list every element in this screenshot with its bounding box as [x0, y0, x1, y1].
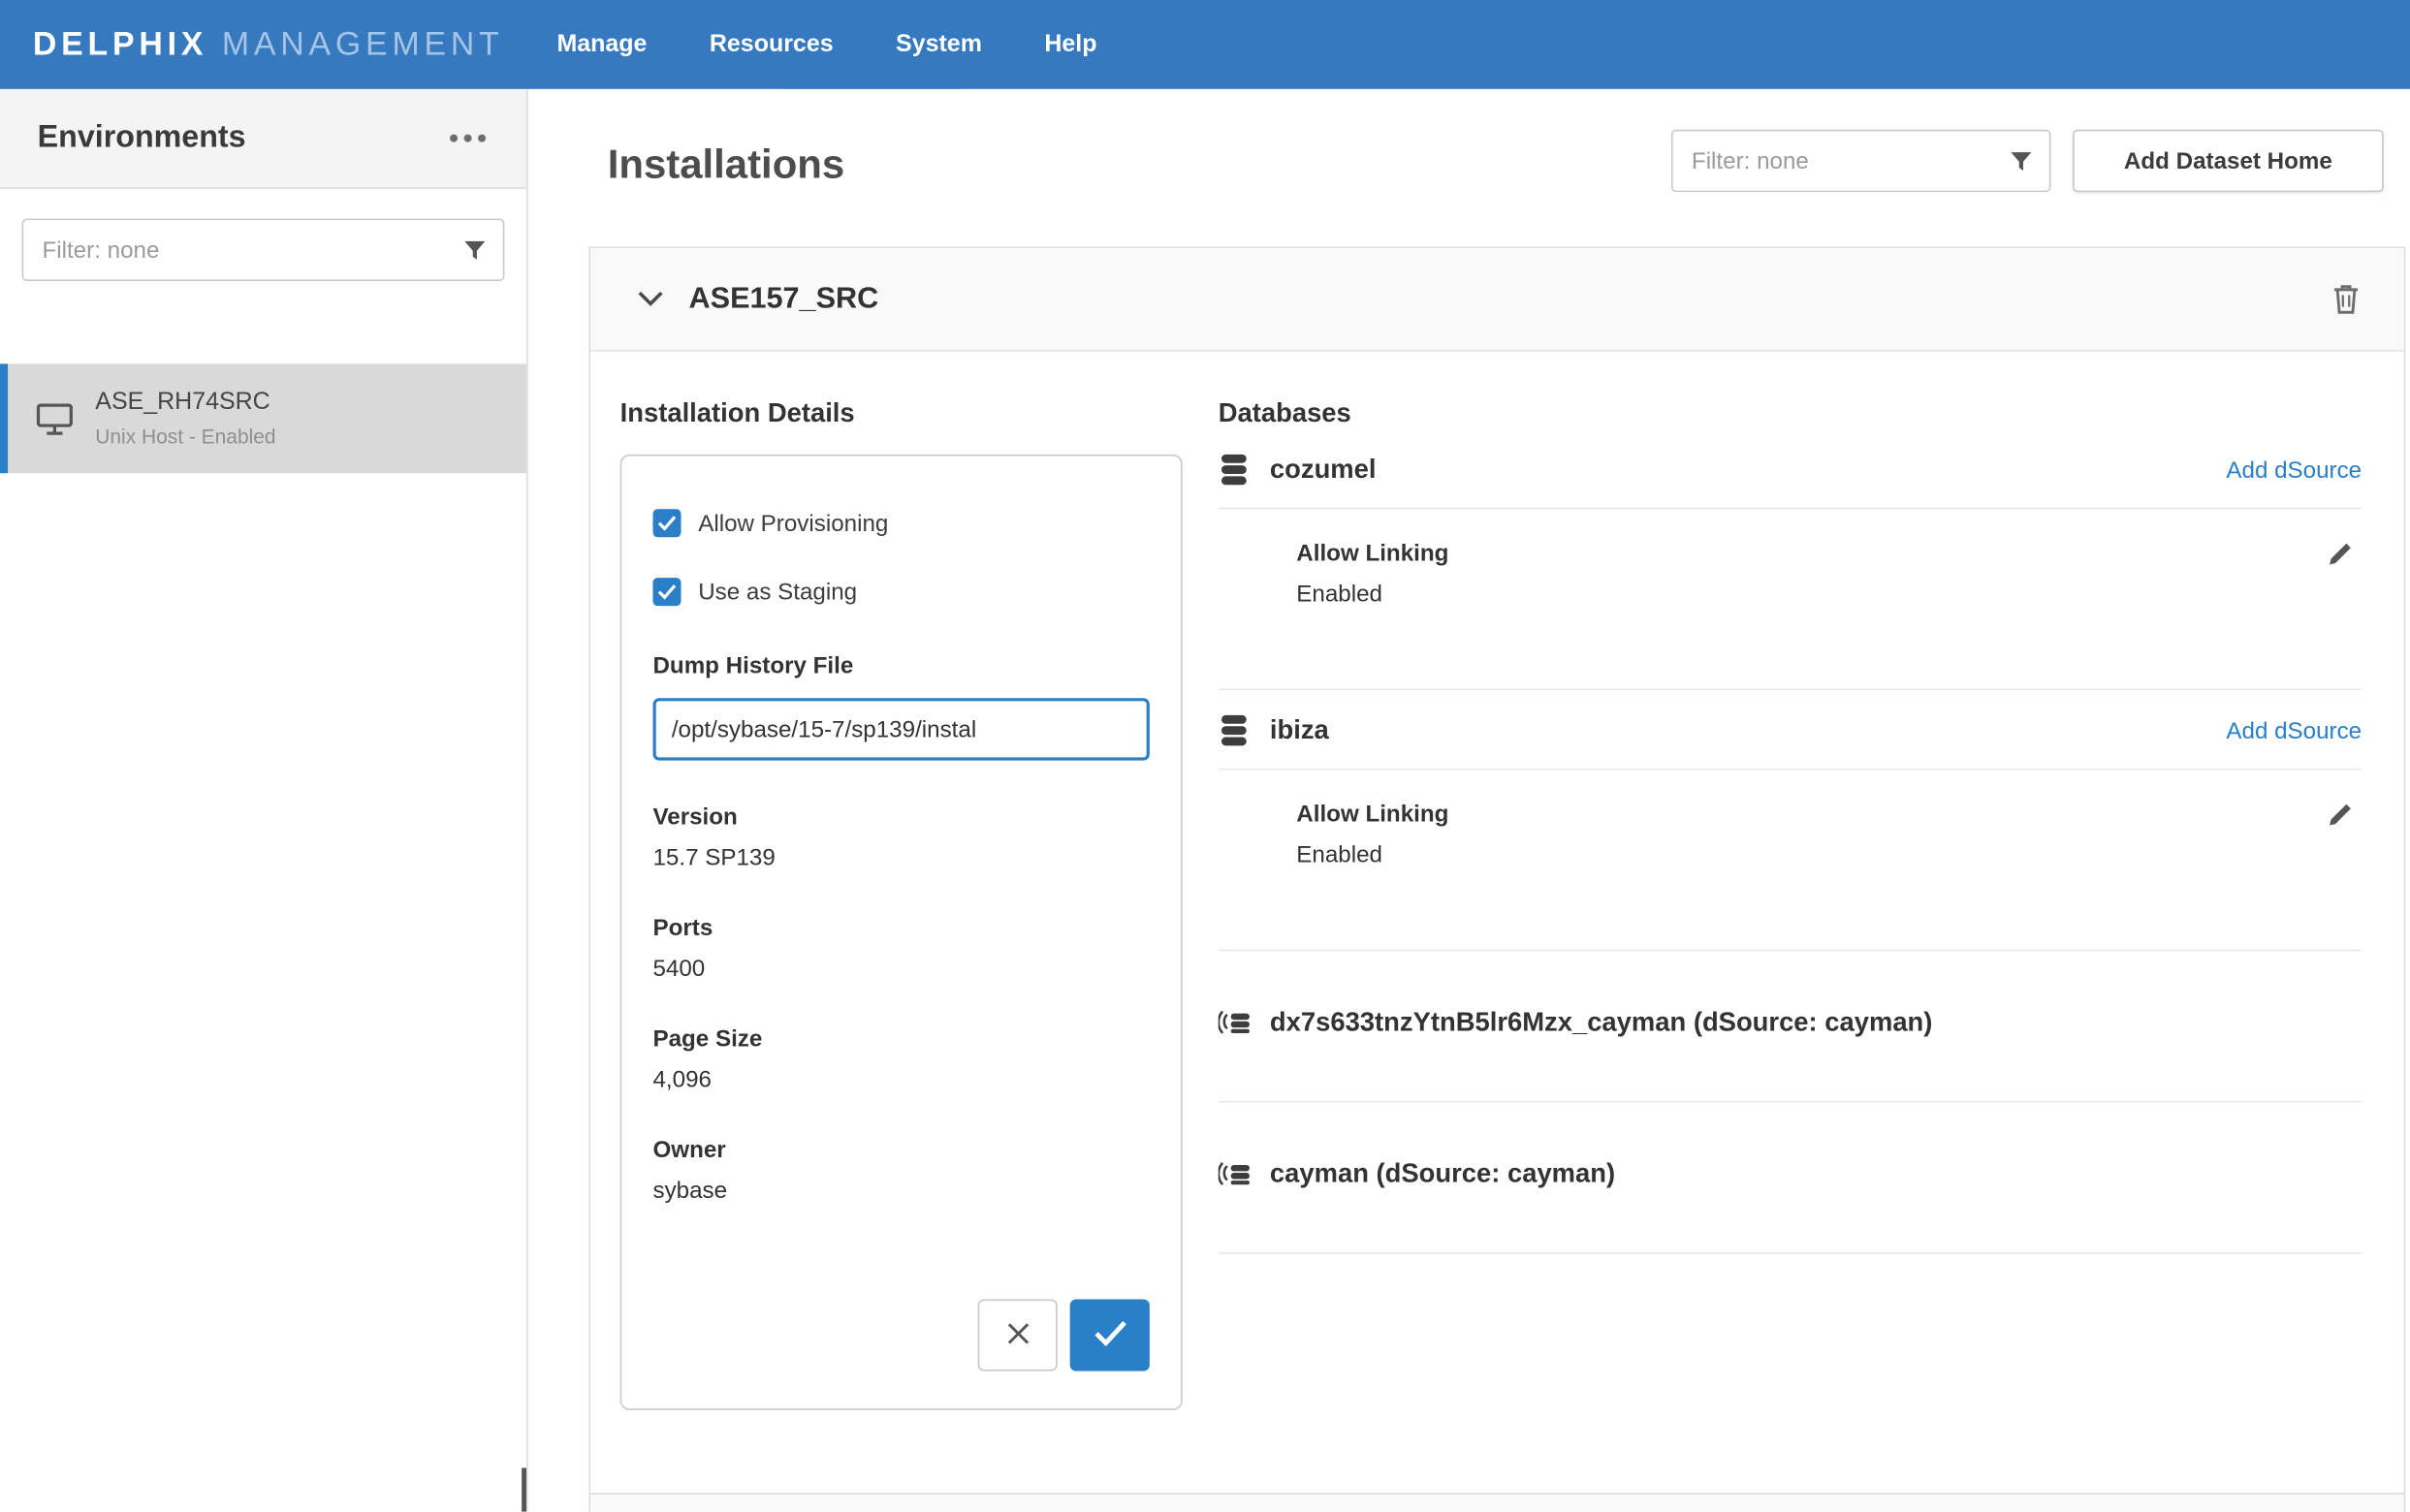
owner-value: sybase	[652, 1178, 1149, 1204]
installation-details-form: Allow Provisioning Use as Staging Dump H…	[620, 455, 1183, 1410]
installation-card-header: ASE157_SRC	[590, 248, 2404, 351]
dump-history-file-input[interactable]	[652, 698, 1149, 760]
use-as-staging-label: Use as Staging	[698, 579, 857, 605]
brand-secondary: MANAGEMENT	[222, 26, 504, 64]
chevron-down-icon[interactable]	[637, 291, 663, 308]
brand-primary: DELPHIX	[33, 26, 207, 64]
add-dsource-link[interactable]: Add dSource	[2226, 717, 2362, 743]
nav-item-resources[interactable]: Resources	[710, 30, 834, 58]
sidebar-scrollbar[interactable]	[522, 1468, 526, 1512]
owner-label: Owner	[652, 1137, 1149, 1163]
host-icon	[36, 402, 74, 435]
allow-provisioning-label: Allow Provisioning	[698, 510, 888, 536]
version-label: Version	[652, 804, 1149, 831]
database-group: ibiza Add dSource Allow Linking Enabled	[1219, 690, 2362, 951]
installation-details-title: Installation Details	[620, 398, 1183, 429]
dump-history-file-label: Dump History File	[652, 652, 1149, 678]
database-properties: Allow Linking Enabled	[1219, 509, 2362, 690]
environment-name: ASE_RH74SRC	[95, 389, 275, 417]
top-navbar: DELPHIX MANAGEMENT Manage Resources Syst…	[0, 0, 2410, 89]
database-icon	[1219, 453, 1250, 487]
vdb-row: cayman (dSource: cayman)	[1219, 1103, 2362, 1254]
nav-menu: Manage Resources System Help	[556, 30, 1096, 58]
allow-linking-label: Allow Linking	[1296, 540, 2362, 566]
environments-title: Environments	[38, 120, 246, 156]
nav-item-manage[interactable]: Manage	[556, 30, 647, 58]
installations-filter-input[interactable]	[1671, 130, 2051, 192]
database-properties: Allow Linking Enabled	[1219, 770, 2362, 951]
next-installation-card	[588, 1493, 2405, 1512]
delphix-logo: DELPHIX MANAGEMENT	[33, 26, 504, 64]
database-name: cozumel	[1270, 455, 2226, 486]
installation-card-body: Installation Details Allow Provisioning	[590, 352, 2404, 1410]
installation-name: ASE157_SRC	[689, 282, 2332, 316]
vdb-icon	[1219, 1162, 1253, 1187]
database-icon	[1219, 713, 1250, 747]
database-row: ibiza Add dSource	[1219, 690, 2362, 770]
environments-sidebar: Environments ASE_RH74SRC Unix Host - Ena…	[0, 89, 528, 1512]
allow-provisioning-row[interactable]: Allow Provisioning	[652, 509, 1149, 537]
environment-item[interactable]: ASE_RH74SRC Unix Host - Enabled	[0, 363, 526, 473]
database-row: cozumel Add dSource	[1219, 429, 2362, 509]
main-content: Installations Add Dataset Home ASE157_SR…	[529, 89, 2410, 1512]
allow-linking-value: Enabled	[1296, 841, 2362, 867]
use-as-staging-row[interactable]: Use as Staging	[652, 578, 1149, 606]
trash-icon[interactable]	[2332, 283, 2361, 316]
page-size-value: 4,096	[652, 1066, 1149, 1092]
use-as-staging-checkbox[interactable]	[652, 578, 681, 606]
add-dataset-home-button[interactable]: Add Dataset Home	[2073, 130, 2384, 192]
vdb-name: cayman (dSource: cayman)	[1270, 1159, 1615, 1190]
nav-item-help[interactable]: Help	[1044, 30, 1096, 58]
confirm-button[interactable]	[1070, 1300, 1150, 1371]
edit-pencil-icon[interactable]	[2326, 540, 2354, 568]
environment-status: Unix Host - Enabled	[95, 425, 275, 448]
environment-filter	[22, 219, 505, 281]
environment-item-text: ASE_RH74SRC Unix Host - Enabled	[95, 389, 275, 448]
databases-column: Databases cozumel Add dSource Allow Link…	[1219, 352, 2362, 1410]
ports-label: Ports	[652, 915, 1149, 941]
version-value: 15.7 SP139	[652, 845, 1149, 871]
vdb-icon	[1219, 1010, 1253, 1035]
allow-provisioning-checkbox[interactable]	[652, 509, 681, 537]
form-action-buttons	[652, 1300, 1149, 1371]
check-icon	[1093, 1319, 1126, 1350]
installation-card: ASE157_SRC Installation Details Allow Pr…	[588, 247, 2405, 1495]
database-group: cozumel Add dSource Allow Linking Enable…	[1219, 429, 2362, 690]
installation-details-column: Installation Details Allow Provisioning	[620, 352, 1183, 1410]
environments-header: Environments	[0, 89, 526, 189]
vdb-name: dx7s633tnzYtnB5lr6Mzx_cayman (dSource: c…	[1270, 1007, 1933, 1038]
environment-filter-input[interactable]	[22, 219, 505, 281]
x-icon	[1002, 1317, 1033, 1353]
add-dsource-link[interactable]: Add dSource	[2226, 457, 2362, 483]
database-name: ibiza	[1270, 715, 2226, 746]
vdb-row: dx7s633tnzYtnB5lr6Mzx_cayman (dSource: c…	[1219, 951, 2362, 1102]
databases-title: Databases	[1219, 398, 2362, 429]
ellipsis-menu-icon[interactable]	[447, 125, 490, 151]
ports-value: 5400	[652, 956, 1149, 982]
page-title: Installations	[608, 141, 844, 189]
nav-item-system[interactable]: System	[896, 30, 982, 58]
allow-linking-label: Allow Linking	[1296, 802, 2362, 828]
installations-filter	[1671, 130, 2051, 192]
page-size-label: Page Size	[652, 1026, 1149, 1053]
allow-linking-value: Enabled	[1296, 581, 2362, 607]
edit-pencil-icon[interactable]	[2326, 802, 2354, 830]
cancel-button[interactable]	[978, 1300, 1058, 1371]
